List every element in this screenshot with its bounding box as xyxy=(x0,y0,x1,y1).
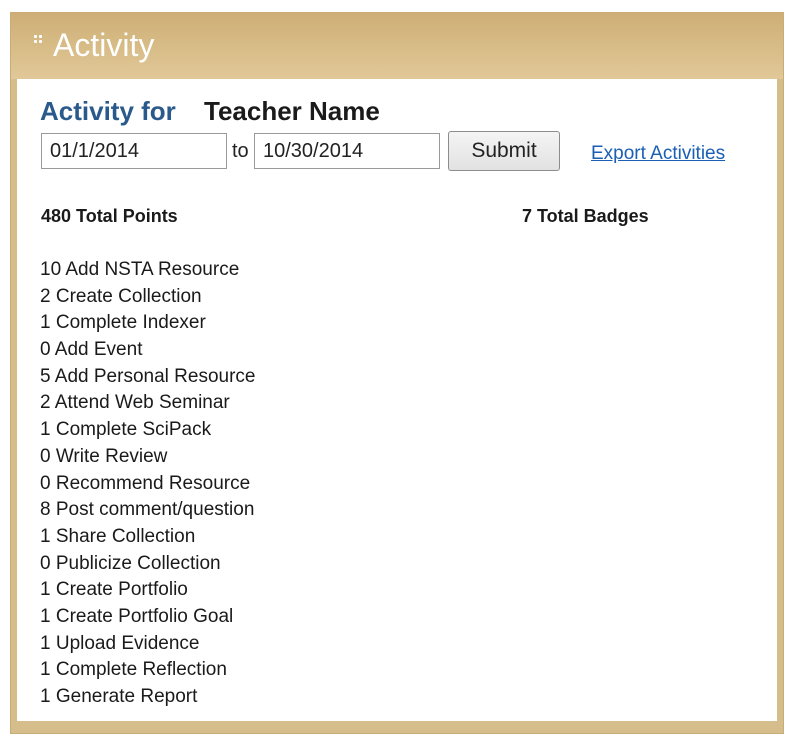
list-item: 2 Attend Web Seminar xyxy=(40,392,230,414)
activity-widget: Activity Activity for Teacher Name to Su… xyxy=(10,12,784,734)
total-badges: 7 Total Badges xyxy=(522,206,649,226)
list-item: 10 Add NSTA Resource xyxy=(40,259,240,280)
list-item: 1 Create Portfolio xyxy=(40,579,188,601)
to-label: to xyxy=(232,140,249,162)
total-points: 480 Total Points xyxy=(41,206,178,226)
list-item: 1 Share Collection xyxy=(40,525,196,547)
list-item: 1 Complete Indexer xyxy=(40,312,206,334)
list-item: 1 Complete Reflection xyxy=(40,659,227,681)
submit-button[interactable]: Submit xyxy=(448,131,560,171)
from-date-input[interactable] xyxy=(41,133,227,169)
list-item: 1 Complete SciPack xyxy=(40,419,212,441)
list-item: 0 Add Event xyxy=(40,339,143,361)
list-item: 1 Create Portfolio Goal xyxy=(40,605,234,627)
to-date-input[interactable] xyxy=(254,133,440,169)
activity-for-label: Activity for xyxy=(40,96,176,126)
activity-panel: Activity for Teacher Name to Submit Expo… xyxy=(17,79,777,721)
grip-dots-icon[interactable] xyxy=(34,35,44,45)
list-item: 1 Generate Report xyxy=(40,686,198,707)
activity-list: 10 Add NSTA Resource 2 Create Collection… xyxy=(40,257,255,711)
list-item: 0 Recommend Resource xyxy=(40,472,251,494)
widget-header: Activity xyxy=(11,13,783,79)
list-item: 5 Add Personal Resource xyxy=(40,365,256,387)
list-item: 0 Write Review xyxy=(40,445,168,467)
list-item: 2 Create Collection xyxy=(40,285,202,307)
list-item: 0 Publicize Collection xyxy=(40,552,221,574)
widget-title: Activity xyxy=(53,27,155,63)
teacher-name: Teacher Name xyxy=(204,96,380,126)
list-item: 8 Post comment/question xyxy=(40,499,255,521)
list-item: 1 Upload Evidence xyxy=(40,632,200,654)
export-activities-link[interactable]: Export Activities xyxy=(591,143,725,165)
